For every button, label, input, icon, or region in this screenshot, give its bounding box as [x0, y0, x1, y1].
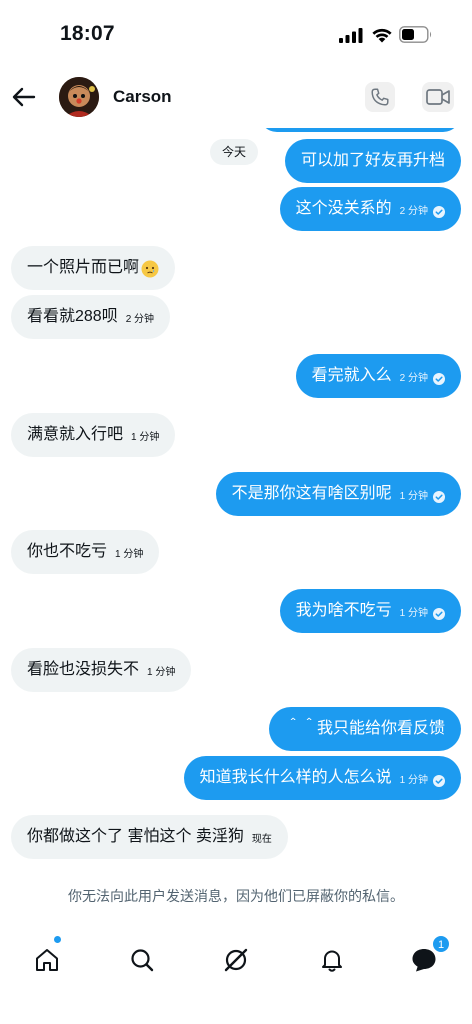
status-bar: 18:07: [0, 0, 472, 66]
status-time: 18:07: [60, 22, 115, 45]
message-bubble-outgoing[interactable]: 这个没关系的 2 分钟: [279, 187, 461, 231]
video-camera-icon: [426, 89, 450, 105]
video-call-button[interactable]: [422, 82, 454, 112]
read-check-icon: [433, 491, 445, 503]
home-unread-dot: [54, 936, 61, 943]
message-text: 你都做这个了 害怕这个 卖淫狗: [27, 828, 244, 845]
previous-message-bubble-partial: [259, 128, 461, 132]
message-text: 看脸也没损失不: [27, 661, 140, 678]
message-timestamp: 2 分钟: [399, 373, 428, 384]
date-separator: 今天: [210, 139, 259, 165]
message-text: 一个照片而已啊: [27, 259, 140, 276]
bell-icon: [322, 950, 342, 972]
message-bubble-incoming[interactable]: 你也不吃亏 1 分钟: [11, 530, 160, 574]
conversation-header: Carson: [0, 66, 472, 128]
message-bubble-incoming[interactable]: 一个照片而已啊: [11, 246, 176, 290]
contact-name[interactable]: Carson: [113, 87, 172, 107]
message-text: 看完就入么: [311, 367, 392, 384]
voice-call-button[interactable]: [365, 82, 395, 112]
wifi-icon: [372, 28, 392, 43]
message-bubble-incoming[interactable]: 看看就288呗 2 分钟: [11, 295, 171, 339]
message-timestamp: 1 分钟: [115, 549, 144, 560]
message-text: ＾＾我只能给你看反馈: [284, 720, 445, 737]
message-timestamp: 2 分钟: [399, 206, 428, 217]
message-timestamp: 1 分钟: [399, 491, 428, 502]
message-text: 可以加了好友再升档: [300, 152, 445, 169]
message-list[interactable]: 今天 可以加了好友再升档 这个没关系的 2 分钟 一个照片而已啊 看看就288呗…: [0, 128, 472, 868]
search-icon: [131, 949, 154, 972]
message-text: 我为啥不吃亏: [295, 602, 392, 619]
back-arrow-icon[interactable]: [10, 83, 38, 111]
avatar[interactable]: [59, 77, 99, 117]
message-text: 知道我长什么样的人怎么说: [199, 769, 392, 786]
message-text: 看看就288呗: [27, 308, 118, 325]
phone-icon: [371, 88, 389, 106]
nav-search[interactable]: [120, 938, 164, 982]
message-bubble-outgoing[interactable]: 可以加了好友再升档: [284, 139, 461, 183]
message-timestamp: 1 分钟: [399, 608, 428, 619]
message-timestamp: 1 分钟: [399, 775, 428, 786]
nav-grok[interactable]: [214, 938, 258, 982]
message-bubble-outgoing[interactable]: 不是那你这有啥区别呢 1 分钟: [215, 472, 461, 516]
message-bubble-incoming[interactable]: 你都做这个了 害怕这个 卖淫狗 现在: [11, 815, 288, 859]
message-timestamp: 1 分钟: [131, 432, 160, 443]
message-bubble-outgoing[interactable]: 我为啥不吃亏 1 分钟: [279, 589, 461, 633]
cellular-signal-icon: [339, 28, 363, 43]
message-bubble-outgoing[interactable]: 看完就入么 2 分钟: [295, 354, 461, 398]
message-text: 不是那你这有啥区别呢: [231, 485, 392, 502]
message-bubble-outgoing[interactable]: ＾＾我只能给你看反馈: [268, 707, 461, 751]
read-check-icon: [433, 373, 445, 385]
message-bubble-incoming[interactable]: 看脸也没损失不 1 分钟: [11, 648, 192, 692]
message-text: 你也不吃亏: [27, 543, 108, 560]
nav-notifications[interactable]: [310, 938, 354, 982]
message-text: 满意就入行吧: [27, 426, 124, 443]
message-timestamp: 1 分钟: [147, 667, 176, 678]
message-bubble-outgoing[interactable]: 知道我长什么样的人怎么说 1 分钟: [183, 756, 461, 800]
blocked-notice: 你无法向此用户发送消息，因为他们已屏蔽你的私信。: [68, 888, 404, 904]
message-text: 这个没关系的: [295, 200, 392, 217]
read-check-icon: [433, 775, 445, 787]
home-icon: [36, 949, 58, 971]
message-timestamp: 2 分钟: [125, 314, 155, 325]
messages-badge: 1: [432, 935, 450, 953]
crying-face-emoji: [141, 260, 159, 278]
message-timestamp: 现在: [251, 834, 272, 845]
nav-home[interactable]: [25, 938, 69, 982]
message-bubble-incoming[interactable]: 满意就入行吧 1 分钟: [11, 413, 176, 457]
battery-icon: [399, 26, 432, 43]
read-check-icon: [433, 206, 445, 218]
read-check-icon: [433, 608, 445, 620]
grok-icon: [224, 948, 248, 972]
bottom-navigation: 1: [0, 930, 472, 1024]
